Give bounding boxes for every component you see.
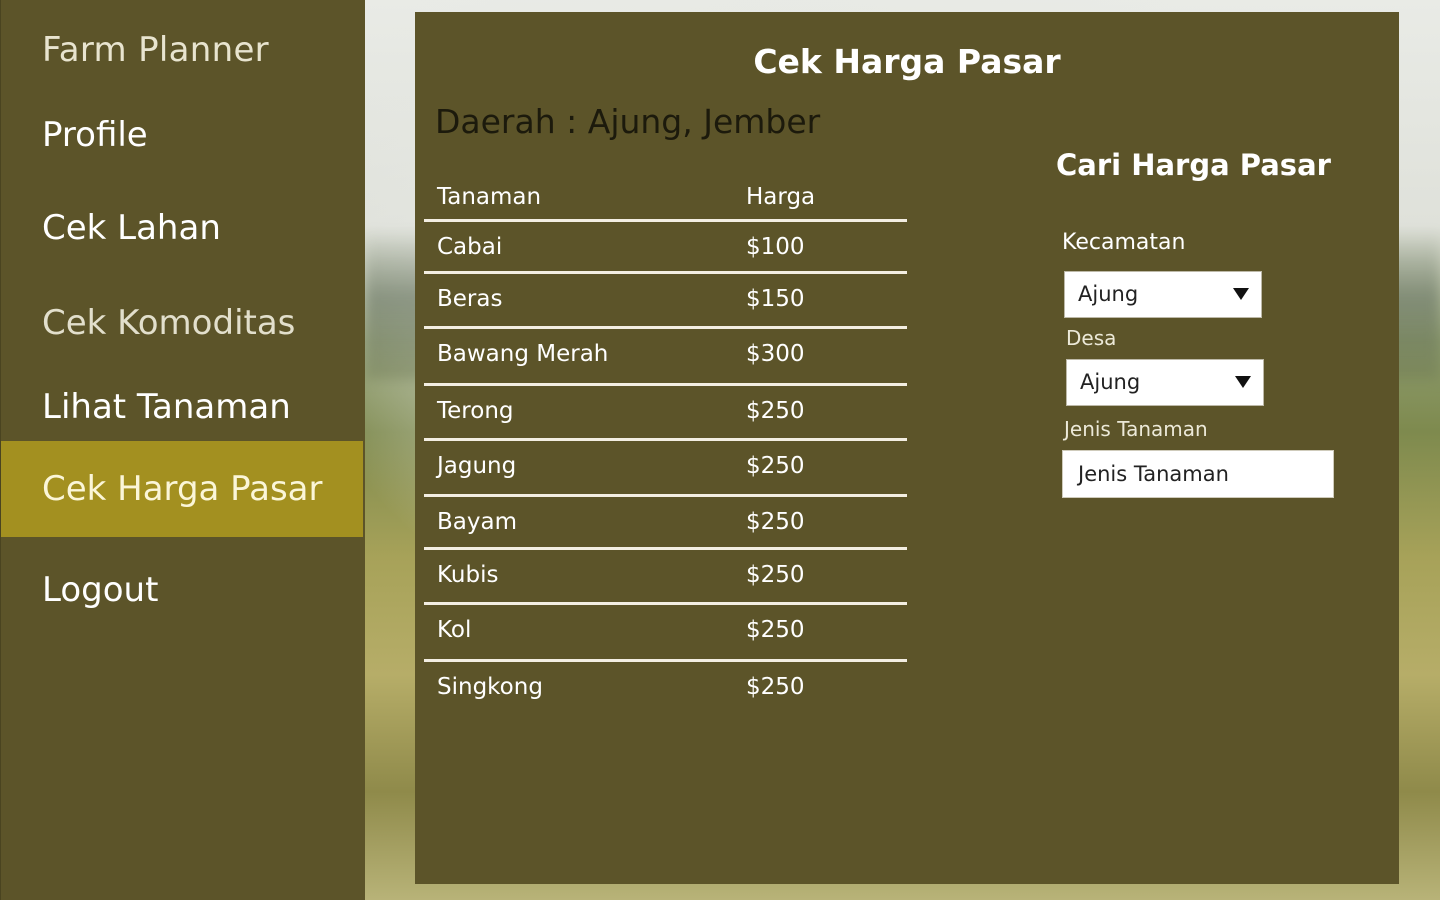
region-label: Daerah : Ajung, Jember [435, 102, 821, 141]
jenis-tanaman-input[interactable]: Jenis Tanaman [1062, 450, 1334, 498]
sidebar-item-label: Profile [42, 115, 148, 155]
kecamatan-dropdown[interactable]: Ajung [1064, 271, 1262, 318]
crop-name: Kubis [437, 562, 499, 588]
crop-price: $100 [746, 234, 805, 260]
sidebar-item-cek-lahan[interactable]: Cek Lahan [1, 180, 363, 276]
sidebar-item-label: Cek Lahan [42, 208, 221, 248]
crop-name: Singkong [437, 674, 543, 700]
crop-price: $250 [746, 674, 805, 700]
crop-price: $250 [746, 617, 805, 643]
search-title: Cari Harga Pasar [1056, 148, 1331, 182]
column-header-tanaman: Tanaman [437, 184, 542, 210]
crop-price: $300 [746, 341, 805, 367]
table-row: Singkong $250 [424, 662, 907, 714]
desa-label: Desa [1066, 326, 1117, 350]
kecamatan-label: Kecamatan [1062, 230, 1186, 255]
table-header: Tanaman Harga [424, 172, 907, 222]
crop-price: $250 [746, 562, 805, 588]
table-row: Kubis $250 [424, 550, 907, 605]
crop-name: Terong [437, 398, 514, 424]
kecamatan-value: Ajung [1078, 282, 1139, 306]
table-row: Cabai $100 [424, 222, 907, 274]
jenis-tanaman-value: Jenis Tanaman [1078, 462, 1229, 486]
chevron-down-icon [1235, 376, 1251, 388]
sidebar-item-profile[interactable]: Profile [1, 87, 363, 183]
sidebar-item-label: Logout [42, 570, 159, 610]
sidebar-item-label: Cek Komoditas [42, 303, 296, 343]
table-row: Bayam $250 [424, 497, 907, 550]
crop-name: Beras [437, 286, 503, 312]
sidebar: Farm Planner Profile Cek Lahan Cek Komod… [0, 0, 365, 900]
crop-name: Bayam [437, 509, 517, 535]
chevron-down-icon [1233, 288, 1249, 300]
crop-name: Cabai [437, 234, 503, 260]
table-row: Beras $150 [424, 274, 907, 329]
crop-price: $250 [746, 398, 805, 424]
sidebar-item-cek-harga-pasar[interactable]: Cek Harga Pasar [1, 441, 363, 537]
crop-name: Bawang Merah [437, 341, 609, 367]
page-title: Cek Harga Pasar [753, 42, 1061, 81]
app-title: Farm Planner [42, 30, 269, 70]
crop-name: Kol [437, 617, 472, 643]
sidebar-item-cek-komoditas[interactable]: Cek Komoditas [1, 275, 363, 371]
column-header-harga: Harga [746, 184, 816, 210]
crop-price: $150 [746, 286, 805, 312]
sidebar-item-label: Cek Harga Pasar [42, 469, 323, 509]
table-row: Bawang Merah $300 [424, 329, 907, 386]
crop-price: $250 [746, 509, 805, 535]
table-row: Kol $250 [424, 605, 907, 662]
desa-dropdown[interactable]: Ajung [1066, 359, 1264, 406]
crop-price: $250 [746, 453, 805, 479]
table-row: Jagung $250 [424, 441, 907, 497]
sidebar-item-logout[interactable]: Logout [1, 542, 363, 638]
crop-name: Jagung [437, 453, 517, 479]
desa-value: Ajung [1080, 370, 1141, 394]
sidebar-item-label: Lihat Tanaman [42, 387, 291, 427]
price-table: Tanaman Harga Cabai $100 Beras $150 Bawa… [424, 172, 907, 714]
jenis-tanaman-label: Jenis Tanaman [1064, 417, 1208, 441]
table-row: Terong $250 [424, 386, 907, 441]
market-price-panel: Cek Harga Pasar Daerah : Ajung, Jember T… [415, 12, 1399, 884]
